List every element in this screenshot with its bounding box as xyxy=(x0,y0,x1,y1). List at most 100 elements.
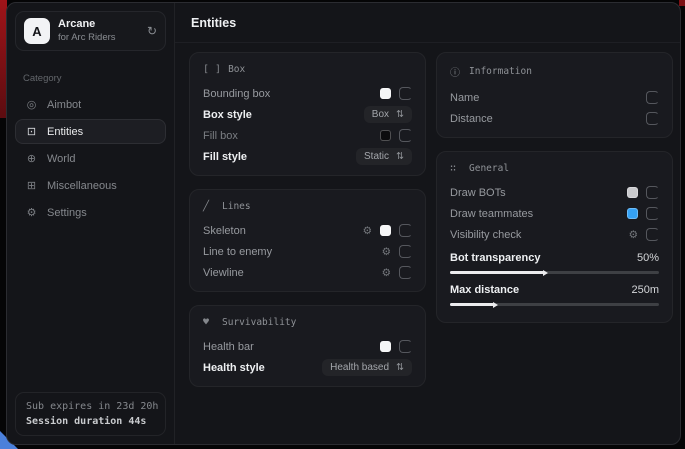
color-swatch[interactable] xyxy=(380,130,391,141)
color-swatch[interactable] xyxy=(380,225,391,236)
lines-card-title: ╱ Lines xyxy=(203,201,412,212)
setting-row-fill-box: Fill box xyxy=(203,125,412,146)
setting-label: Line to enemy xyxy=(203,246,272,258)
setting-row-draw-bots: Draw BOTs xyxy=(450,182,659,203)
main-panel: Entities [ ] Box Bounding box xyxy=(175,3,681,444)
color-swatch[interactable] xyxy=(380,341,391,352)
row-settings-icon[interactable]: ⚙ xyxy=(629,229,638,241)
max-distance-slider-group: Max distance 250m xyxy=(450,282,659,306)
sidebar-item-settings[interactable]: ⚙ Settings xyxy=(15,200,166,225)
color-swatch[interactable] xyxy=(380,88,391,99)
slider-label: Max distance xyxy=(450,284,519,296)
checkbox[interactable] xyxy=(399,129,412,142)
row-settings-icon[interactable]: ⚙ xyxy=(382,246,391,258)
box-brackets-icon: [ ] xyxy=(203,64,221,75)
sync-icon[interactable]: ↻ xyxy=(147,24,157,38)
setting-row-distance: Distance xyxy=(450,108,659,129)
scan-icon: ⊡ xyxy=(25,125,38,138)
card-title-label: Information xyxy=(469,66,532,77)
checkbox[interactable] xyxy=(399,224,412,237)
setting-label: Health style xyxy=(203,362,265,374)
heart-icon: ♥ xyxy=(203,317,215,328)
fill-style-dropdown[interactable]: Static ⇅ xyxy=(356,148,412,165)
sidebar-item-miscellaneous[interactable]: ⊞ Miscellaneous xyxy=(15,173,166,198)
sidebar-item-entities[interactable]: ⊡ Entities xyxy=(15,119,166,144)
setting-label: Fill style xyxy=(203,151,247,163)
background-red-corner xyxy=(679,0,685,6)
gear-icon: ⚙ xyxy=(25,206,38,219)
bot-transparency-slider-group: Bot transparency 50% xyxy=(450,250,659,274)
box-style-dropdown[interactable]: Box ⇅ xyxy=(364,106,412,123)
session-duration-text: Session duration 44s xyxy=(26,414,155,429)
sidebar-item-aimbot[interactable]: ◎ Aimbot xyxy=(15,92,166,117)
sidebar-item-world[interactable]: ⊕ World xyxy=(15,146,166,171)
info-icon: ⓘ xyxy=(450,64,462,79)
checkbox[interactable] xyxy=(399,266,412,279)
dropdown-value: Static xyxy=(364,151,389,162)
color-swatch[interactable] xyxy=(627,208,638,219)
checkbox[interactable] xyxy=(646,186,659,199)
color-swatch[interactable] xyxy=(627,187,638,198)
slider-value: 50% xyxy=(637,252,659,264)
swap-vertical-icon: ⇅ xyxy=(396,362,404,373)
slider-fill xyxy=(450,271,544,274)
app-name: Arcane xyxy=(58,18,116,32)
setting-row-viewline: Viewline ⚙ xyxy=(203,262,412,283)
setting-row-box-style: Box style Box ⇅ xyxy=(203,104,412,125)
subscription-info-card: Sub expires in 23d 20h Session duration … xyxy=(15,392,166,436)
setting-row-health-style: Health style Health based ⇅ xyxy=(203,357,412,378)
setting-label: Name xyxy=(450,92,479,104)
row-settings-icon[interactable]: ⚙ xyxy=(363,225,372,237)
app-window: A Arcane for Arc Riders ↻ Category ◎ Aim… xyxy=(6,2,681,445)
line-icon: ╱ xyxy=(203,201,215,212)
setting-label: Visibility check xyxy=(450,229,521,241)
grid-icon: ⊞ xyxy=(25,179,38,192)
dropdown-value: Health based xyxy=(330,362,389,373)
setting-label: Viewline xyxy=(203,267,244,279)
setting-row-visibility-check: Visibility check ⚙ xyxy=(450,224,659,245)
sidebar: A Arcane for Arc Riders ↻ Category ◎ Aim… xyxy=(7,3,175,444)
setting-label: Box style xyxy=(203,109,252,121)
checkbox[interactable] xyxy=(646,91,659,104)
card-title-label: General xyxy=(469,163,509,174)
setting-label: Draw teammates xyxy=(450,208,533,220)
globe-icon: ⊕ xyxy=(25,152,38,165)
box-card-title: [ ] Box xyxy=(203,64,412,75)
left-column: [ ] Box Bounding box Box style Box xyxy=(189,52,426,387)
checkbox[interactable] xyxy=(646,207,659,220)
sidebar-item-label: World xyxy=(47,153,76,165)
setting-label: Distance xyxy=(450,113,493,125)
right-column: ⓘ Information Name Distance ∷ xyxy=(436,52,673,387)
information-card: ⓘ Information Name Distance xyxy=(436,52,673,138)
dropdown-value: Box xyxy=(372,109,389,120)
setting-label: Skeleton xyxy=(203,225,246,237)
row-settings-icon[interactable]: ⚙ xyxy=(382,267,391,279)
survivability-card-title: ♥ Survivability xyxy=(203,317,412,328)
brand-card: A Arcane for Arc Riders ↻ xyxy=(15,11,166,51)
information-card-title: ⓘ Information xyxy=(450,64,659,79)
checkbox[interactable] xyxy=(646,112,659,125)
dots-grid-icon: ∷ xyxy=(450,163,462,174)
setting-row-bounding-box: Bounding box xyxy=(203,83,412,104)
card-title-label: Lines xyxy=(222,201,251,212)
sub-expiry-text: Sub expires in 23d 20h xyxy=(26,399,155,414)
checkbox[interactable] xyxy=(646,228,659,241)
setting-row-health-bar: Health bar xyxy=(203,336,412,357)
lines-card: ╱ Lines Skeleton ⚙ Line to enemy xyxy=(189,189,426,292)
max-distance-slider[interactable] xyxy=(450,303,659,306)
setting-label: Bounding box xyxy=(203,88,270,100)
setting-row-skeleton: Skeleton ⚙ xyxy=(203,220,412,241)
checkbox[interactable] xyxy=(399,245,412,258)
slider-value: 250m xyxy=(631,284,659,296)
app-tagline: for Arc Riders xyxy=(58,32,116,44)
checkbox[interactable] xyxy=(399,340,412,353)
sidebar-item-label: Miscellaneous xyxy=(47,180,117,192)
swap-vertical-icon: ⇅ xyxy=(396,151,404,162)
box-card: [ ] Box Bounding box Box style Box xyxy=(189,52,426,176)
bot-transparency-slider[interactable] xyxy=(450,271,659,274)
setting-row-name: Name xyxy=(450,87,659,108)
checkbox[interactable] xyxy=(399,87,412,100)
sidebar-item-label: Settings xyxy=(47,207,87,219)
setting-row-line-to-enemy: Line to enemy ⚙ xyxy=(203,241,412,262)
health-style-dropdown[interactable]: Health based ⇅ xyxy=(322,359,412,376)
